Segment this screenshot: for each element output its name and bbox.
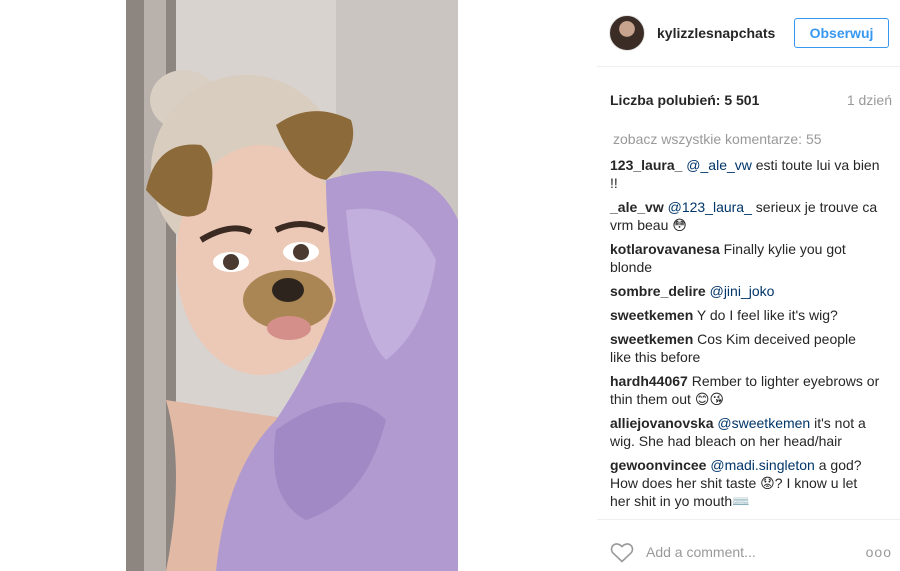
comment-item: sombre_delire @jini_joko	[610, 282, 880, 300]
add-comment-input[interactable]: Add a comment...	[646, 544, 866, 560]
comment-item: _ale_vw @123_laura_ serieux je trouve ca…	[610, 198, 880, 234]
comment-mention[interactable]: @sweetkemen	[717, 415, 810, 431]
comment-username[interactable]: _ale_vw	[610, 199, 664, 215]
comment-item: 123_laura_ @_ale_vw esti toute lui va bi…	[610, 156, 880, 192]
selfie-image	[126, 0, 458, 571]
post-photo[interactable]	[126, 0, 458, 571]
comment-username[interactable]: 123_laura_	[610, 157, 682, 173]
view-all-comments-link[interactable]: zobacz wszystkie komentarze: 55	[610, 130, 880, 148]
more-options-icon[interactable]: ooo	[866, 544, 892, 560]
comment-username[interactable]: kotlarovavanesa	[610, 241, 720, 257]
post-header: kylizzlesnapchats Obserwuj	[609, 14, 889, 52]
comment-item: sweetkemen Cos Kim deceived people like …	[610, 330, 880, 366]
comment-item: hardh44067 Rember to lighter eyebrows or…	[610, 372, 880, 408]
timestamp[interactable]: 1 dzień	[847, 92, 892, 108]
comment-username[interactable]: sombre_delire	[610, 283, 706, 299]
username[interactable]: kylizzlesnapchats	[657, 25, 775, 41]
avatar[interactable]	[609, 15, 645, 51]
comment-bar: Add a comment... ooo	[610, 540, 892, 564]
comment-mention[interactable]: @jini_joko	[710, 283, 775, 299]
comment-username[interactable]: hardh44067	[610, 373, 688, 389]
comment-item: sweetkemen Y do I feel like it's wig?	[610, 306, 880, 324]
comment-item: kotlarovavanesa Finally kylie you got bl…	[610, 240, 880, 276]
post-side-panel: kylizzlesnapchats Obserwuj Liczba polubi…	[597, 0, 900, 571]
header-divider	[597, 66, 900, 67]
comments-list: zobacz wszystkie komentarze: 55 123_laur…	[610, 130, 880, 516]
follow-button[interactable]: Obserwuj	[794, 18, 889, 48]
comment-mention[interactable]: @madi.singleton	[710, 457, 815, 473]
likes-count[interactable]: Liczba polubień: 5 501	[610, 92, 759, 108]
comment-mention[interactable]: @123_laura_	[668, 199, 752, 215]
comment-username[interactable]: sweetkemen	[610, 331, 693, 347]
footer-divider	[597, 519, 900, 520]
comment-item: gewoonvincee @madi.singleton a god? How …	[610, 456, 880, 510]
comment-username[interactable]: sweetkemen	[610, 307, 693, 323]
comment-username[interactable]: alliejovanovska	[610, 415, 714, 431]
comment-text: Y do I feel like it's wig?	[693, 307, 838, 323]
likes-row: Liczba polubień: 5 501 1 dzień	[610, 92, 892, 108]
comment-mention[interactable]: @_ale_vw	[686, 157, 752, 173]
heart-icon[interactable]	[610, 541, 634, 563]
comment-username[interactable]: gewoonvincee	[610, 457, 706, 473]
comment-item: alliejovanovska @sweetkemen it's not a w…	[610, 414, 880, 450]
